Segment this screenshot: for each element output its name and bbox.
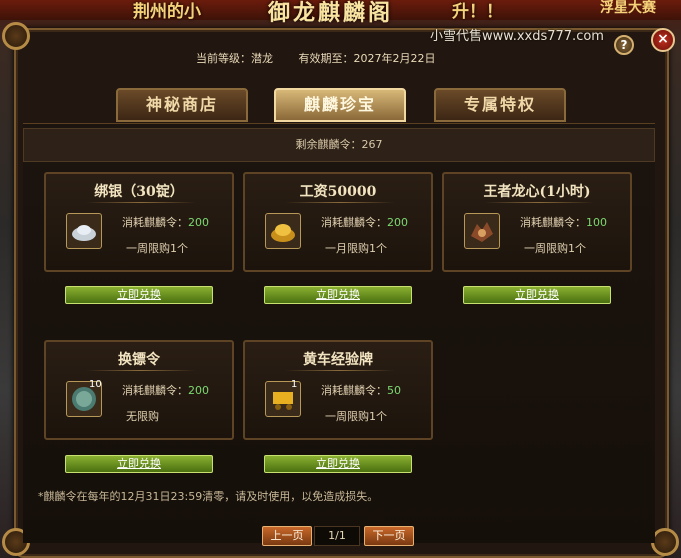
title-divider — [86, 202, 196, 203]
dragon-heart-icon — [464, 213, 500, 249]
gold-ingot-icon — [265, 213, 301, 249]
redeem-button[interactable]: 立即兑换 — [264, 455, 412, 473]
item-title: 黄车经验牌 — [303, 352, 373, 368]
item-count: 1 — [291, 379, 298, 390]
expiry-note: *麒麟令在每年的12月31日23:59清零，请及时使用，以免造成损失。 — [38, 490, 379, 503]
top-banner: 荆州的小 御龙麒麟阁 升！！ 浮星大赛 — [0, 0, 681, 26]
current-level: 当前等级：潜龙 — [196, 52, 273, 65]
remaining-tokens: 剩余麒麟令：267 — [23, 128, 655, 162]
title-divider — [285, 202, 395, 203]
close-button[interactable]: × — [651, 28, 675, 52]
banner-title: 御龙麒麟阁 — [268, 0, 394, 26]
watermark: 小雪代售www.xxds777.com — [430, 29, 604, 44]
page-indicator: 1/1 — [314, 526, 360, 546]
tab-qilin-treasure[interactable]: 麒麟珍宝 — [274, 88, 406, 122]
redeem-button[interactable]: 立即兑换 — [264, 286, 412, 304]
item-title: 工资50000 — [299, 184, 377, 200]
tab-exclusive-privileges[interactable]: 专属特权 — [434, 88, 566, 122]
item-cost: 消耗麒麟令：200 — [122, 384, 209, 397]
redeem-button[interactable]: 立即兑换 — [65, 286, 213, 304]
item-cost: 消耗麒麟令：200 — [122, 216, 209, 229]
item-limit: 无限购 — [126, 410, 159, 423]
item-limit: 一月限购1个 — [325, 242, 387, 255]
item-title: 王者龙心(1小时) — [483, 184, 591, 200]
membership-info: 当前等级：潜龙 有效期至：2027年2月22日 — [196, 50, 436, 66]
item-limit: 一周限购1个 — [325, 410, 387, 423]
corner-ornament-icon — [651, 528, 679, 556]
item-cost: 消耗麒麟令：100 — [520, 216, 607, 229]
item-limit: 一周限购1个 — [126, 242, 188, 255]
item-title: 绑银（30锭） — [94, 184, 184, 200]
prev-page-button[interactable]: 上一页 — [262, 526, 312, 546]
item-card: 工资50000 消耗麒麟令：200 一月限购1个 — [243, 172, 433, 272]
item-card: 绑银（30锭） 消耗麒麟令：200 一周限购1个 — [44, 172, 234, 272]
tab-mystery-shop[interactable]: 神秘商店 — [116, 88, 248, 122]
title-divider — [86, 370, 196, 371]
corner-ornament-icon — [2, 22, 30, 50]
redeem-button[interactable]: 立即兑换 — [65, 455, 213, 473]
item-limit: 一周限购1个 — [524, 242, 586, 255]
title-divider — [285, 370, 395, 371]
item-count: 10 — [89, 379, 102, 390]
title-divider — [484, 202, 594, 203]
redeem-button[interactable]: 立即兑换 — [463, 286, 611, 304]
help-button[interactable]: ? — [614, 35, 634, 55]
item-title: 换镖令 — [118, 352, 160, 368]
item-card: 王者龙心(1小时) 消耗麒麟令：100 一周限购1个 — [442, 172, 632, 272]
item-cost: 消耗麒麟令：50 — [321, 384, 401, 397]
banner-far-right-text: 浮星大赛 — [600, 0, 656, 16]
next-page-button[interactable]: 下一页 — [364, 526, 414, 546]
expiry-date: 有效期至：2027年2月22日 — [298, 52, 436, 65]
silver-ingot-icon — [66, 213, 102, 249]
banner-right-text: 升！！ — [452, 2, 503, 22]
item-card: 黄车经验牌 1 消耗麒麟令：50 一周限购1个 — [243, 340, 433, 440]
item-cost: 消耗麒麟令：200 — [321, 216, 408, 229]
banner-left-text: 荆州的小 — [133, 2, 201, 22]
item-card: 换镖令 10 消耗麒麟令：200 无限购 — [44, 340, 234, 440]
